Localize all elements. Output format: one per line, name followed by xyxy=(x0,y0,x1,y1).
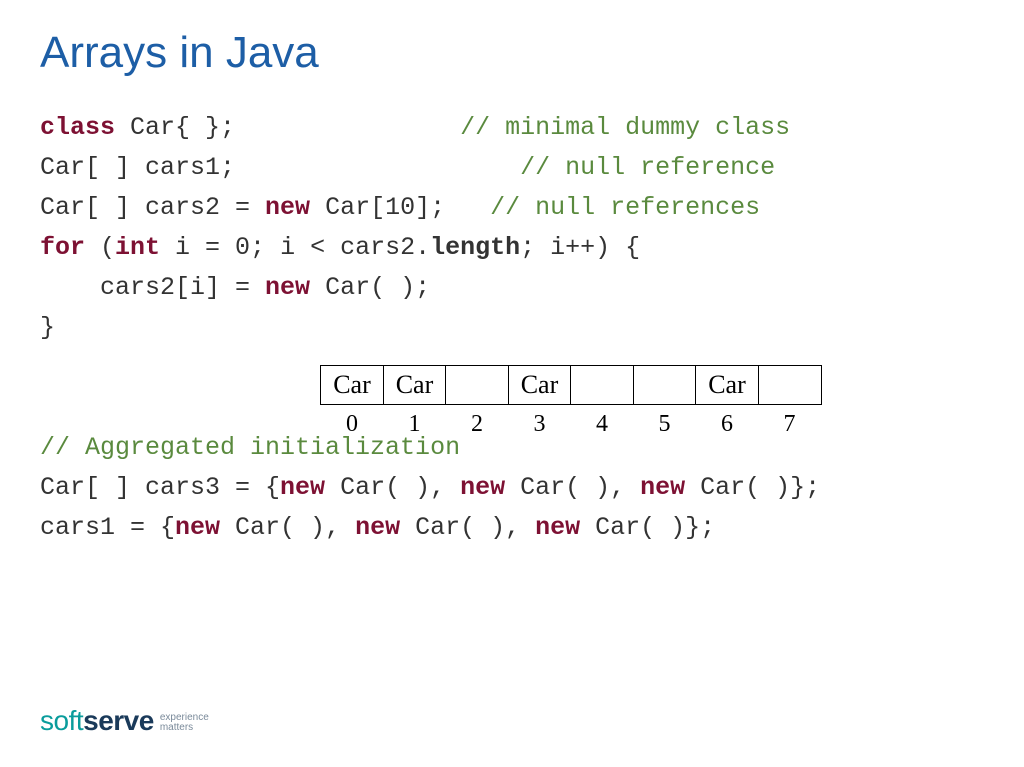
keyword-class: class xyxy=(40,113,115,142)
code-text: Car[ ] cars1; xyxy=(40,153,235,182)
logo-soft: soft xyxy=(40,705,83,736)
keyword-int: int xyxy=(115,233,160,262)
array-index-row: 0 1 2 3 4 5 6 7 xyxy=(320,411,822,438)
keyword-for: for xyxy=(40,233,85,262)
code-line-3: Car[ ] cars2 = new Car[10]; // null refe… xyxy=(40,188,984,228)
array-index: 1 xyxy=(383,411,447,438)
keyword-new: new xyxy=(640,473,685,502)
code-text: Car( )}; xyxy=(580,513,715,542)
code-text: cars2[i] = xyxy=(40,273,265,302)
array-index: 7 xyxy=(758,411,822,438)
array-cells-row: Car Car Car Car xyxy=(320,365,822,405)
keyword-new: new xyxy=(535,513,580,542)
array-cell: Car xyxy=(320,365,384,405)
code-text: cars1 = { xyxy=(40,513,175,542)
code-line-5: cars2[i] = new Car( ); xyxy=(40,268,984,308)
code-line-6: } xyxy=(40,308,984,348)
code-line-2: Car[ ] cars1; // null reference xyxy=(40,148,984,188)
array-diagram: Car Car Car Car 0 1 2 3 4 5 6 7 xyxy=(320,365,822,438)
array-index: 3 xyxy=(508,411,572,438)
page-title: Arrays in Java xyxy=(40,28,984,78)
code-pad xyxy=(445,193,490,222)
keyword-new: new xyxy=(355,513,400,542)
array-cell xyxy=(758,365,822,405)
code-text: Car[10]; xyxy=(310,193,445,222)
keyword-new: new xyxy=(265,273,310,302)
code-line-1: class Car{ }; // minimal dummy class xyxy=(40,108,984,148)
code-text: Car{ }; xyxy=(115,113,235,142)
code-text: Car[ ] cars3 = { xyxy=(40,473,280,502)
code-text: ; i++) { xyxy=(520,233,640,262)
code-bold: length xyxy=(430,233,520,262)
array-index: 4 xyxy=(570,411,634,438)
logo-tag-line2: matters xyxy=(160,723,209,734)
code-text: Car( ); xyxy=(310,273,430,302)
code-text: Car( ), xyxy=(400,513,535,542)
array-cell: Car xyxy=(383,365,447,405)
code-text: } xyxy=(40,313,55,342)
code-text: Car( ), xyxy=(505,473,640,502)
keyword-new: new xyxy=(175,513,220,542)
array-cell xyxy=(445,365,509,405)
comment: // null reference xyxy=(520,153,775,182)
softserve-logo: softserve experience matters xyxy=(40,705,209,737)
logo-tagline: experience matters xyxy=(160,713,209,734)
code-text: Car( ), xyxy=(325,473,460,502)
array-cell: Car xyxy=(695,365,759,405)
logo-text: softserve xyxy=(40,705,154,737)
array-index: 6 xyxy=(695,411,759,438)
array-cell xyxy=(633,365,697,405)
array-cell: Car xyxy=(508,365,572,405)
code-text: Car( )}; xyxy=(685,473,820,502)
code-line-9: Car[ ] cars3 = {new Car( ), new Car( ), … xyxy=(40,468,984,508)
array-index: 0 xyxy=(320,411,384,438)
array-index: 5 xyxy=(633,411,697,438)
code-text: i = 0; i < cars2. xyxy=(160,233,430,262)
array-cell xyxy=(570,365,634,405)
comment: // minimal dummy class xyxy=(460,113,790,142)
code-text: Car( ), xyxy=(220,513,355,542)
code-line-4: for (int i = 0; i < cars2.length; i++) { xyxy=(40,228,984,268)
code-pad xyxy=(235,113,460,142)
code-text: ( xyxy=(85,233,115,262)
keyword-new: new xyxy=(265,193,310,222)
keyword-new: new xyxy=(460,473,505,502)
code-line-10: cars1 = {new Car( ), new Car( ), new Car… xyxy=(40,508,984,548)
code-block: class Car{ }; // minimal dummy class Car… xyxy=(40,108,984,548)
comment: // null references xyxy=(490,193,760,222)
code-pad xyxy=(235,153,520,182)
array-index: 2 xyxy=(445,411,509,438)
logo-serve: serve xyxy=(83,705,154,736)
code-text: Car[ ] cars2 = xyxy=(40,193,265,222)
keyword-new: new xyxy=(280,473,325,502)
